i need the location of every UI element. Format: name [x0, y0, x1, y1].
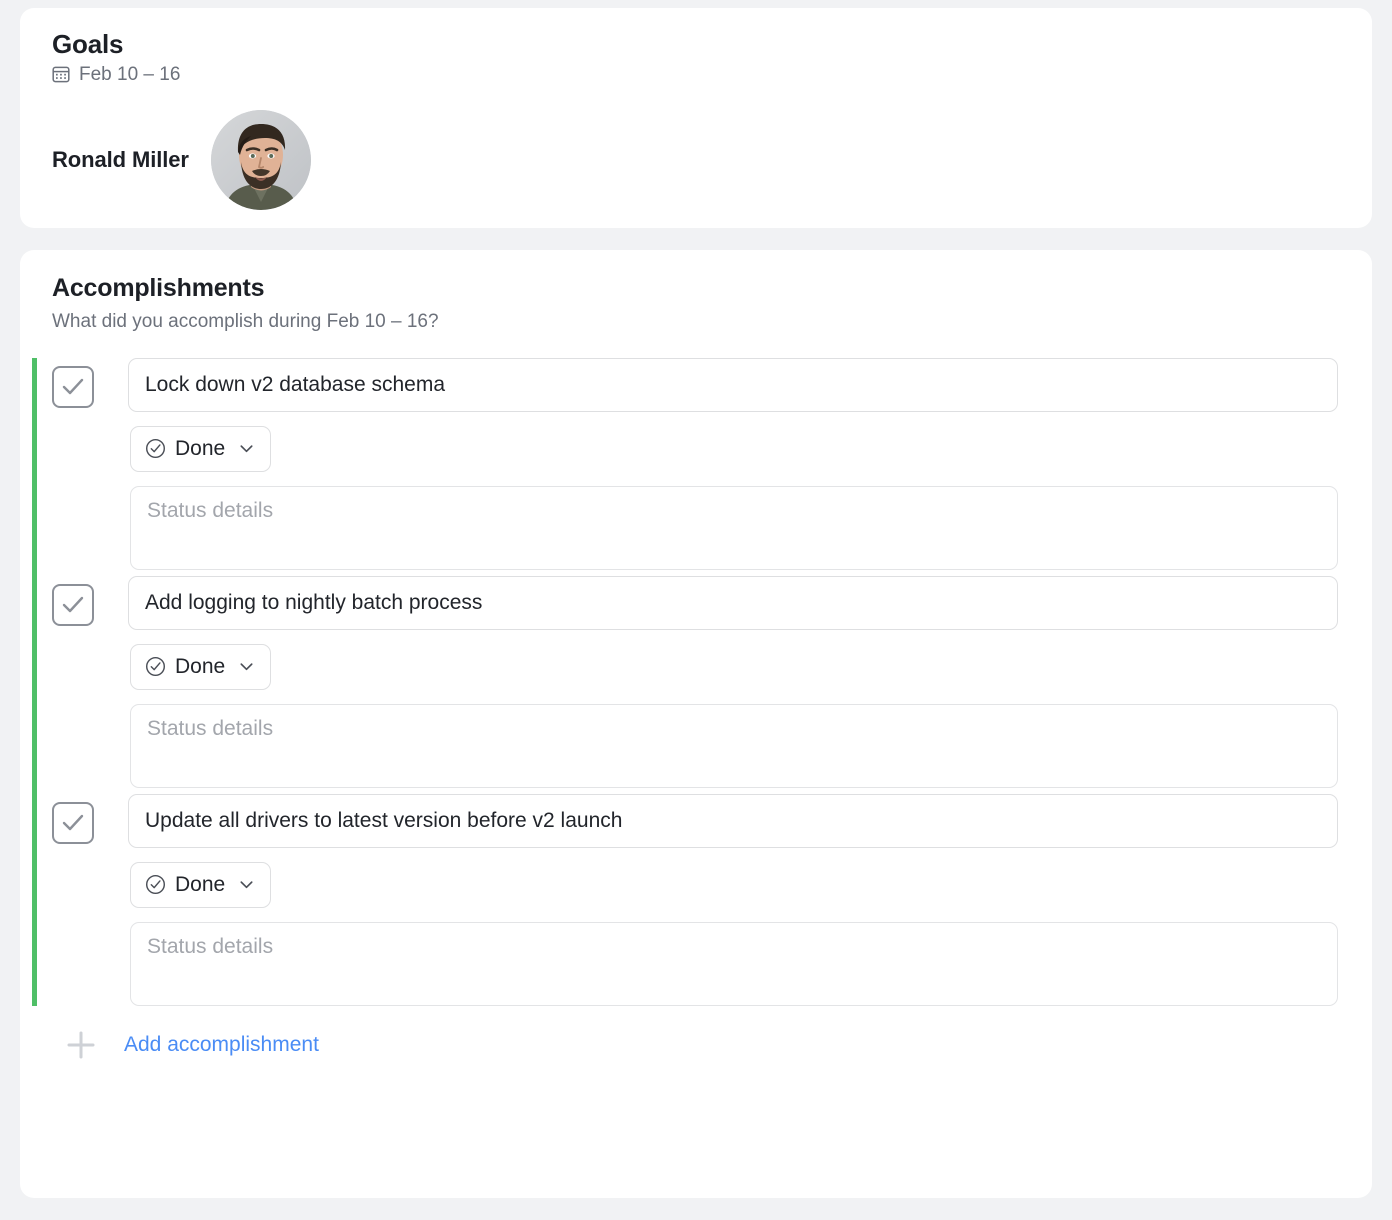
- check-icon: [62, 378, 84, 394]
- goals-date-range: Feb 10 – 16: [79, 63, 181, 85]
- checkbox-cell: [52, 794, 128, 1006]
- avatar: [210, 109, 311, 210]
- accomplishment-checkbox[interactable]: [52, 801, 94, 844]
- check-circle-icon: [145, 874, 166, 895]
- status-value: Done: [175, 655, 226, 679]
- accomplishment-item: Done: [32, 793, 1372, 1006]
- accomplishment-fields: Done: [128, 793, 1338, 1006]
- check-icon: [62, 596, 84, 612]
- chevron-down-icon: [237, 439, 256, 458]
- accomplishment-fields: Done: [128, 357, 1338, 570]
- accomplishments-list: Done: [20, 357, 1372, 1006]
- accomplishment-title-input[interactable]: [128, 357, 1338, 412]
- status-dropdown[interactable]: Done: [130, 425, 272, 472]
- accomplishments-subtitle: What did you accomplish during Feb 10 – …: [52, 311, 439, 332]
- accomplishment-item: Done: [32, 357, 1372, 570]
- chevron-down-icon: [237, 875, 256, 894]
- status-details-input[interactable]: [130, 921, 1338, 1006]
- accomplishment-title-input[interactable]: [128, 575, 1338, 630]
- check-icon: [62, 814, 84, 830]
- status-dropdown[interactable]: Done: [130, 643, 272, 690]
- person-row: Ronald Miller: [52, 109, 1344, 210]
- accomplishment-fields: Done: [128, 575, 1338, 788]
- accomplishments-title: Accomplishments: [52, 274, 265, 302]
- person-name: Ronald Miller: [52, 146, 189, 172]
- add-accomplishment-label: Add accomplishment: [124, 1033, 319, 1057]
- accomplishment-item: Done: [32, 575, 1372, 788]
- plus-icon: [64, 1028, 98, 1062]
- status-details-input[interactable]: [130, 485, 1338, 570]
- goals-date-row: Feb 10 – 16: [52, 65, 1344, 84]
- status-dropdown[interactable]: Done: [130, 861, 272, 908]
- status-details-input[interactable]: [130, 703, 1338, 788]
- goals-card: Goals Feb 10 – 16 Ronald Miller: [20, 8, 1372, 228]
- chevron-down-icon: [237, 657, 256, 676]
- status-value: Done: [175, 437, 226, 461]
- accomplishment-title-input[interactable]: [128, 793, 1338, 848]
- page-root: Goals Feb 10 – 16 Ronald Miller Accompli…: [0, 0, 1392, 1220]
- accomplishment-checkbox[interactable]: [52, 583, 94, 626]
- checkbox-cell: [52, 358, 128, 570]
- accomplishments-header: Accomplishments What did you accomplish …: [20, 274, 1372, 334]
- status-value: Done: [175, 873, 226, 897]
- check-circle-icon: [145, 438, 166, 459]
- add-accomplishment-button[interactable]: Add accomplishment: [20, 1028, 1372, 1062]
- checkbox-cell: [52, 576, 128, 788]
- accomplishment-checkbox[interactable]: [52, 365, 94, 408]
- calendar-icon: [52, 65, 70, 83]
- page-title: Goals: [52, 29, 124, 59]
- accomplishments-card: Accomplishments What did you accomplish …: [20, 250, 1372, 1198]
- check-circle-icon: [145, 656, 166, 677]
- section-accent-bar: [32, 357, 37, 1006]
